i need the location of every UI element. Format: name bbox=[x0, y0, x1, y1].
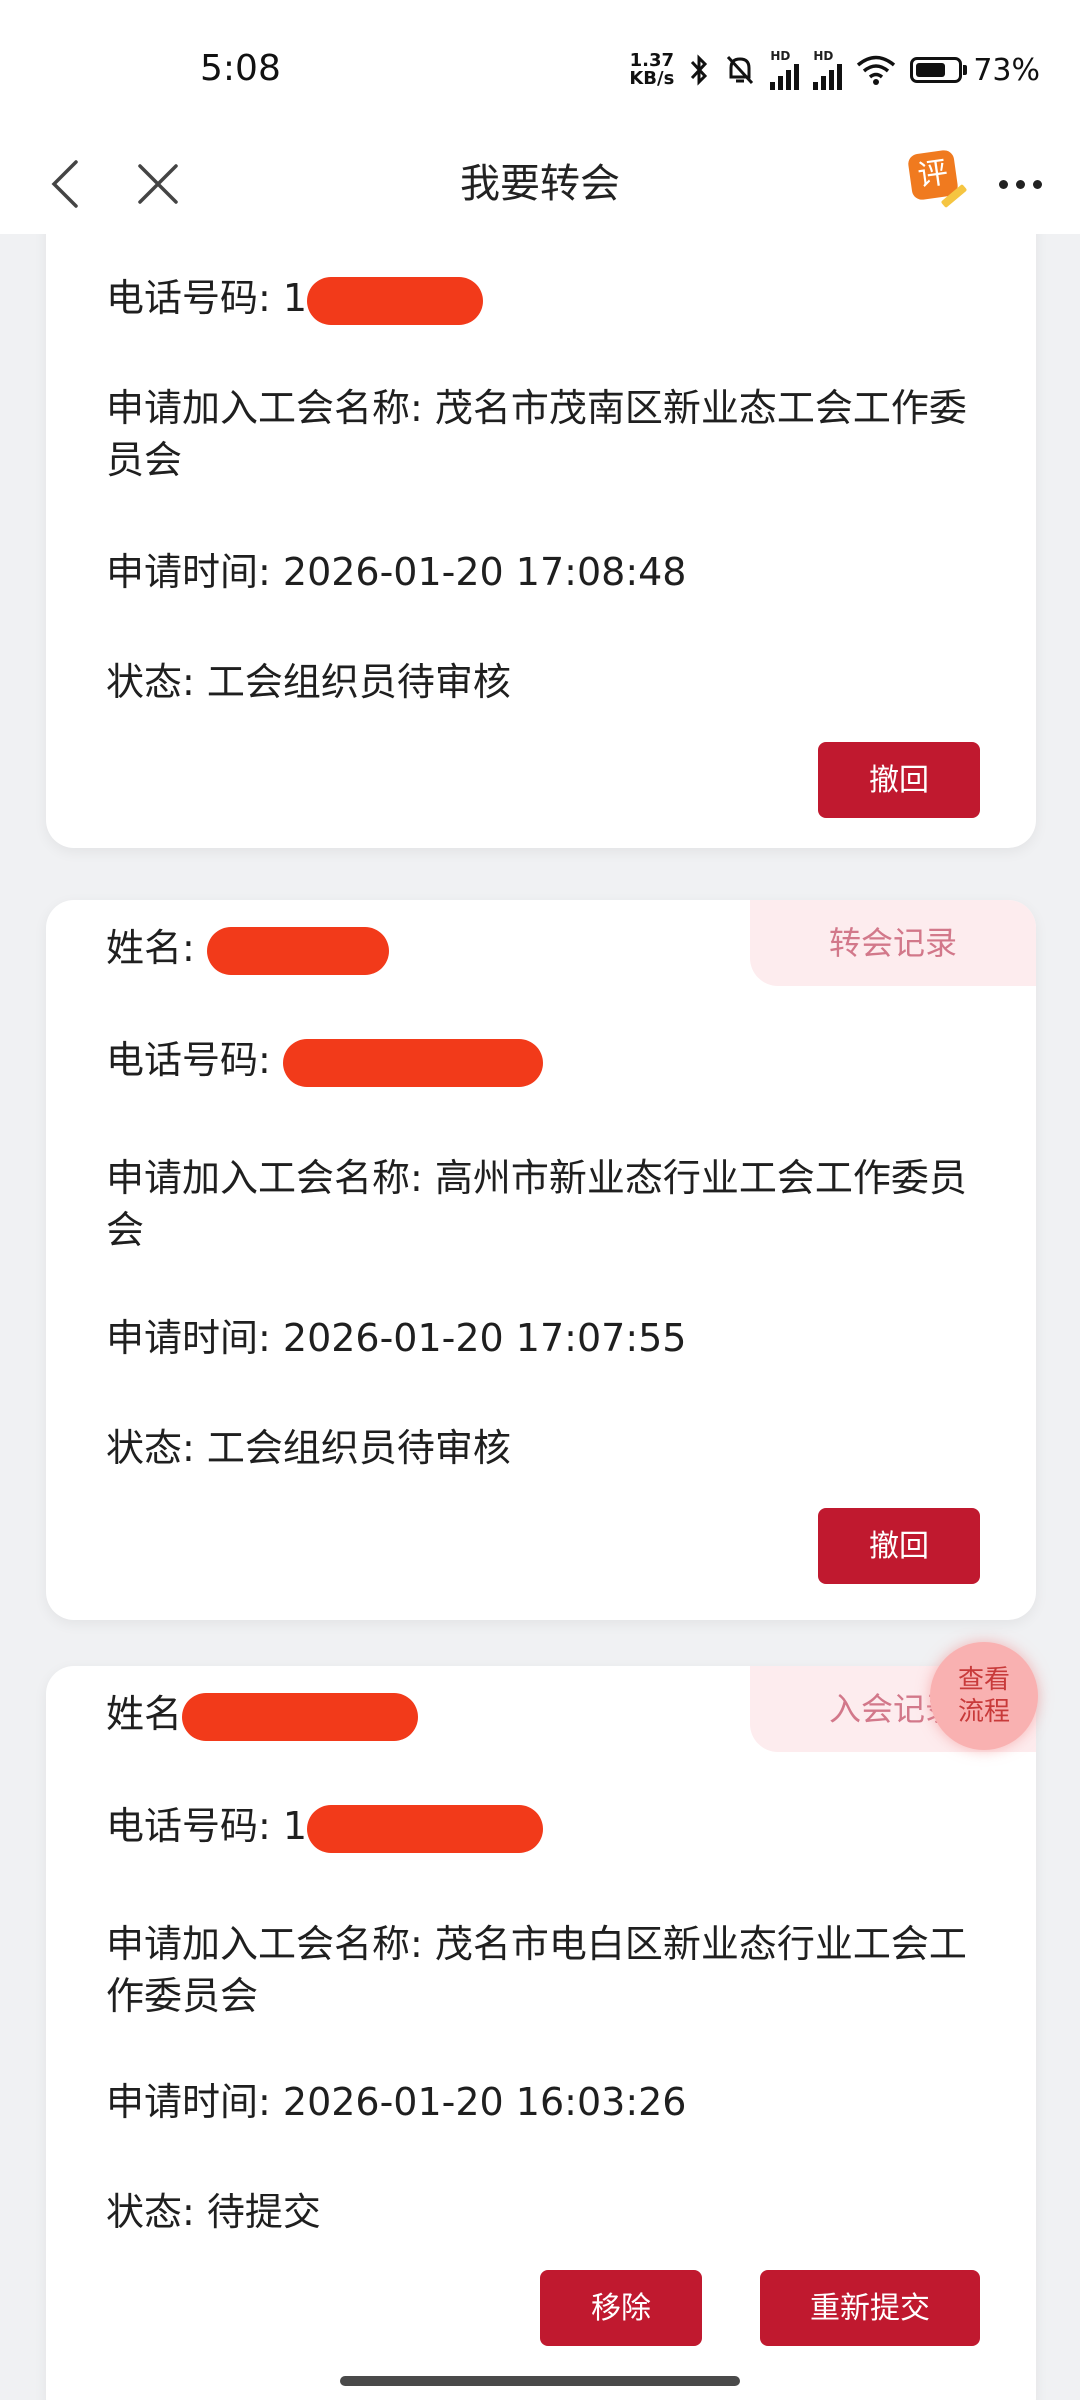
phone-row: 电话号码: bbox=[106, 1034, 986, 1087]
nav-bar: 我要转会 评 bbox=[0, 134, 1080, 234]
remove-button[interactable]: 移除 bbox=[540, 2270, 702, 2346]
time-row: 申请时间: 2026-01-20 16:03:26 bbox=[106, 2076, 986, 2128]
status-time: 5:08 bbox=[200, 48, 281, 89]
name-row: 姓名 bbox=[106, 1688, 986, 1741]
application-card: 入会记录 姓名 电话号码: 1 申请加入工会名称: 茂名市电白区新业态行业工会工… bbox=[46, 1666, 1036, 2400]
union-row: 申请加入工会名称: 高州市新业态行业工会工作委员会 bbox=[106, 1152, 986, 1256]
status-value: 工会组织员待审核 bbox=[206, 1426, 511, 1470]
wifi-icon bbox=[857, 55, 896, 85]
bluetooth-icon bbox=[691, 54, 708, 86]
time-value: 2026-01-20 16:03:26 bbox=[282, 2080, 687, 2124]
redacted-phone bbox=[307, 276, 484, 325]
phone-row: 电话号码: 1 bbox=[106, 1800, 986, 1853]
application-card: 转会记录 姓名: 电话号码: 申请加入工会名称: 高州市新业态行业工会工作委员会… bbox=[46, 900, 1036, 1620]
union-label: 申请加入工会名称: bbox=[106, 1922, 435, 1966]
battery-indicator: 73% bbox=[910, 53, 1040, 88]
name-row: 姓名: bbox=[106, 922, 986, 975]
resubmit-button[interactable]: 重新提交 bbox=[760, 2270, 980, 2346]
battery-percent: 73% bbox=[973, 52, 1040, 88]
more-icon[interactable] bbox=[990, 164, 1050, 204]
withdraw-button[interactable]: 撤回 bbox=[818, 1508, 980, 1584]
union-label: 申请加入工会名称: bbox=[106, 1156, 435, 1200]
network-speed: 1.37 KB/s bbox=[629, 52, 674, 88]
union-row: 申请加入工会名称: 茂名市电白区新业态行业工会工作委员会 bbox=[106, 1918, 986, 2022]
status-bar: 5:08 1.37 KB/s HD HD 73% bbox=[0, 0, 1080, 134]
phone-label: 电话号码: bbox=[106, 1804, 283, 1848]
view-flow-button[interactable]: 查看 流程 bbox=[930, 1642, 1038, 1750]
application-card: 电话号码: 1 申请加入工会名称: 茂名市茂南区新业态工会工作委员会 申请时间:… bbox=[46, 234, 1036, 848]
phone-value-visible: 1 bbox=[282, 1804, 308, 1848]
status-value: 待提交 bbox=[206, 2190, 321, 2234]
time-row: 申请时间: 2026-01-20 17:08:48 bbox=[106, 546, 986, 598]
status-icons: 1.37 KB/s HD HD 73% bbox=[629, 50, 1040, 90]
redacted-phone bbox=[282, 1038, 543, 1087]
network-speed-unit: KB/s bbox=[629, 68, 675, 89]
name-label: 姓名 bbox=[106, 1692, 183, 1736]
time-label: 申请时间: bbox=[106, 550, 283, 594]
union-label: 申请加入工会名称: bbox=[106, 386, 435, 430]
bell-muted-icon bbox=[727, 55, 754, 85]
redacted-name bbox=[206, 926, 389, 975]
time-label: 申请时间: bbox=[106, 1316, 283, 1360]
status-row: 状态: 待提交 bbox=[106, 2186, 986, 2238]
name-label: 姓名: bbox=[106, 926, 207, 970]
status-label: 状态: bbox=[106, 2190, 207, 2234]
signal-hd-label-1: HD bbox=[770, 49, 791, 63]
view-flow-label-1: 查看 bbox=[957, 1665, 1010, 1695]
time-row: 申请时间: 2026-01-20 17:07:55 bbox=[106, 1312, 986, 1364]
status-label: 状态: bbox=[106, 660, 207, 704]
time-label: 申请时间: bbox=[106, 2080, 283, 2124]
withdraw-button[interactable]: 撤回 bbox=[818, 742, 980, 818]
redacted-name bbox=[182, 1692, 419, 1741]
signal-icon-1: HD bbox=[770, 49, 800, 90]
view-flow-label-2: 流程 bbox=[957, 1697, 1010, 1727]
signal-icon-2: HD bbox=[813, 49, 843, 90]
redacted-phone bbox=[307, 1804, 544, 1853]
status-row: 状态: 工会组织员待审核 bbox=[106, 656, 986, 708]
home-indicator[interactable] bbox=[340, 2376, 740, 2386]
status-value: 工会组织员待审核 bbox=[206, 660, 511, 704]
signal-hd-label-2: HD bbox=[813, 49, 834, 63]
union-row: 申请加入工会名称: 茂名市茂南区新业态工会工作委员会 bbox=[106, 382, 986, 486]
status-row: 状态: 工会组织员待审核 bbox=[106, 1422, 986, 1474]
time-value: 2026-01-20 17:07:55 bbox=[282, 1316, 687, 1360]
time-value: 2026-01-20 17:08:48 bbox=[282, 550, 687, 594]
phone-label: 电话号码: bbox=[106, 276, 283, 320]
phone-row: 电话号码: 1 bbox=[106, 272, 986, 325]
phone-value-visible: 1 bbox=[282, 276, 308, 320]
application-list: 电话号码: 1 申请加入工会名称: 茂名市茂南区新业态工会工作委员会 申请时间:… bbox=[0, 234, 1080, 2400]
status-label: 状态: bbox=[106, 1426, 207, 1470]
phone-label: 电话号码: bbox=[106, 1038, 283, 1082]
battery-icon bbox=[910, 57, 963, 83]
